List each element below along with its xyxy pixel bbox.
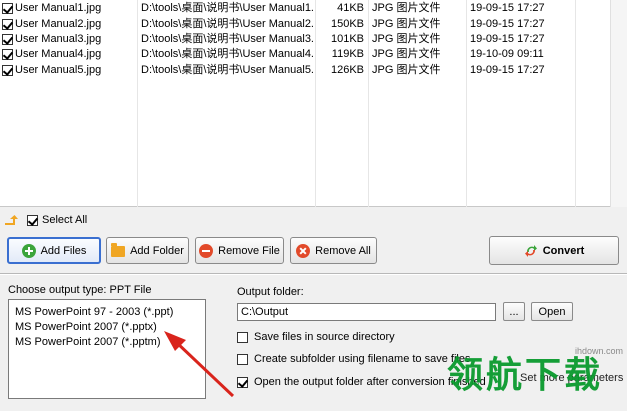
convert-button[interactable]: Convert — [489, 236, 619, 265]
file-name: User Manual2.jpg — [15, 18, 102, 30]
output-type-label: Choose output type: PPT File — [8, 284, 152, 296]
file-path: D:\tools\桌面\说明书\User Manual4.jpg — [141, 48, 313, 60]
output-type-option-pptm[interactable]: MS PowerPoint 2007 (*.pptm) — [15, 335, 161, 349]
file-name: User Manual4.jpg — [15, 48, 102, 60]
file-date: 19-10-09 09:11 — [470, 48, 544, 60]
table-row[interactable]: User Manual2.jpg D:\tools\桌面\说明书\User Ma… — [0, 16, 610, 32]
create-subfolder-label: Create subfolder using filename to save … — [254, 353, 471, 365]
add-files-label: Add Files — [40, 244, 87, 257]
remove-all-label: Remove All — [315, 244, 371, 257]
select-all-label: Select All — [42, 214, 88, 226]
output-type-list[interactable]: MS PowerPoint 97 - 2003 (*.ppt) MS Power… — [8, 299, 206, 399]
file-date: 19-09-15 17:27 — [470, 33, 545, 45]
open-after-checkbox[interactable] — [237, 377, 248, 388]
remove-file-label: Remove File — [218, 244, 280, 257]
open-folder-button[interactable]: Open — [531, 302, 573, 321]
save-in-source-label: Save files in source directory — [254, 331, 395, 343]
file-date: 19-09-15 17:27 — [470, 64, 545, 76]
convert-icon — [524, 244, 537, 257]
row-checkbox[interactable] — [2, 65, 13, 76]
remove-all-icon — [296, 243, 311, 258]
add-files-button[interactable]: Add Files — [7, 237, 101, 264]
file-path: D:\tools\桌面\说明书\User Manual5.jpg — [141, 64, 313, 76]
file-type: JPG 图片文件 — [372, 2, 441, 14]
create-subfolder-checkbox[interactable] — [237, 354, 248, 365]
table-row[interactable]: User Manual1.jpg D:\tools\桌面\说明书\User Ma… — [0, 0, 610, 16]
file-path: D:\tools\桌面\说明书\User Manual2.jpg — [141, 18, 313, 30]
add-folder-label: Add Folder — [130, 244, 184, 257]
file-path: D:\tools\桌面\说明书\User Manual3.jpg — [141, 33, 313, 45]
row-checkbox[interactable] — [2, 34, 13, 45]
file-type: JPG 图片文件 — [372, 33, 441, 45]
file-date: 19-09-15 17:27 — [470, 2, 545, 14]
row-checkbox[interactable] — [2, 19, 13, 30]
file-size: 126KB — [330, 64, 364, 76]
file-name: User Manual5.jpg — [15, 64, 102, 76]
file-size: 101KB — [330, 33, 364, 45]
add-folder-button[interactable]: Add Folder — [106, 237, 189, 264]
section-divider-highlight — [0, 274, 627, 275]
file-name: User Manual1.jpg — [15, 2, 102, 14]
output-type-option-pptx[interactable]: MS PowerPoint 2007 (*.pptx) — [15, 320, 157, 334]
add-icon — [21, 243, 36, 258]
file-type: JPG 图片文件 — [372, 48, 441, 60]
row-checkbox[interactable] — [2, 49, 13, 60]
convert-label: Convert — [542, 244, 585, 257]
file-size: 150KB — [330, 18, 364, 30]
remove-file-button[interactable]: Remove File — [195, 237, 284, 264]
table-row[interactable]: User Manual5.jpg D:\tools\桌面\说明书\User Ma… — [0, 62, 610, 78]
output-type-option-ppt[interactable]: MS PowerPoint 97 - 2003 (*.ppt) — [15, 305, 173, 319]
file-size: 41KB — [337, 2, 364, 14]
file-size: 119KB — [331, 48, 364, 60]
table-row[interactable]: User Manual3.jpg D:\tools\桌面\说明书\User Ma… — [0, 31, 610, 47]
table-row[interactable]: User Manual4.jpg D:\tools\桌面\说明书\User Ma… — [0, 46, 610, 62]
file-type: JPG 图片文件 — [372, 64, 441, 76]
output-folder-label: Output folder: — [237, 286, 304, 298]
file-type: JPG 图片文件 — [372, 18, 441, 30]
folder-icon — [111, 243, 126, 257]
watermark-logo: 领航下载 — [447, 355, 604, 396]
save-in-source-checkbox[interactable] — [237, 332, 248, 343]
select-all-checkbox[interactable] — [27, 215, 38, 226]
vertical-scrollbar[interactable] — [610, 0, 627, 207]
file-name: User Manual3.jpg — [15, 33, 102, 45]
file-path: D:\tools\桌面\说明书\User Manual1.jpg — [141, 2, 313, 14]
remove-all-button[interactable]: Remove All — [290, 237, 377, 264]
row-checkbox[interactable] — [2, 3, 13, 14]
output-folder-input[interactable] — [237, 303, 496, 321]
browse-button[interactable]: ... — [503, 302, 525, 321]
move-up-icon[interactable] — [4, 214, 18, 226]
file-date: 19-09-15 17:27 — [470, 18, 545, 30]
file-list[interactable]: User Manual1.jpg D:\tools\桌面\说明书\User Ma… — [0, 0, 627, 207]
remove-icon — [199, 243, 214, 258]
